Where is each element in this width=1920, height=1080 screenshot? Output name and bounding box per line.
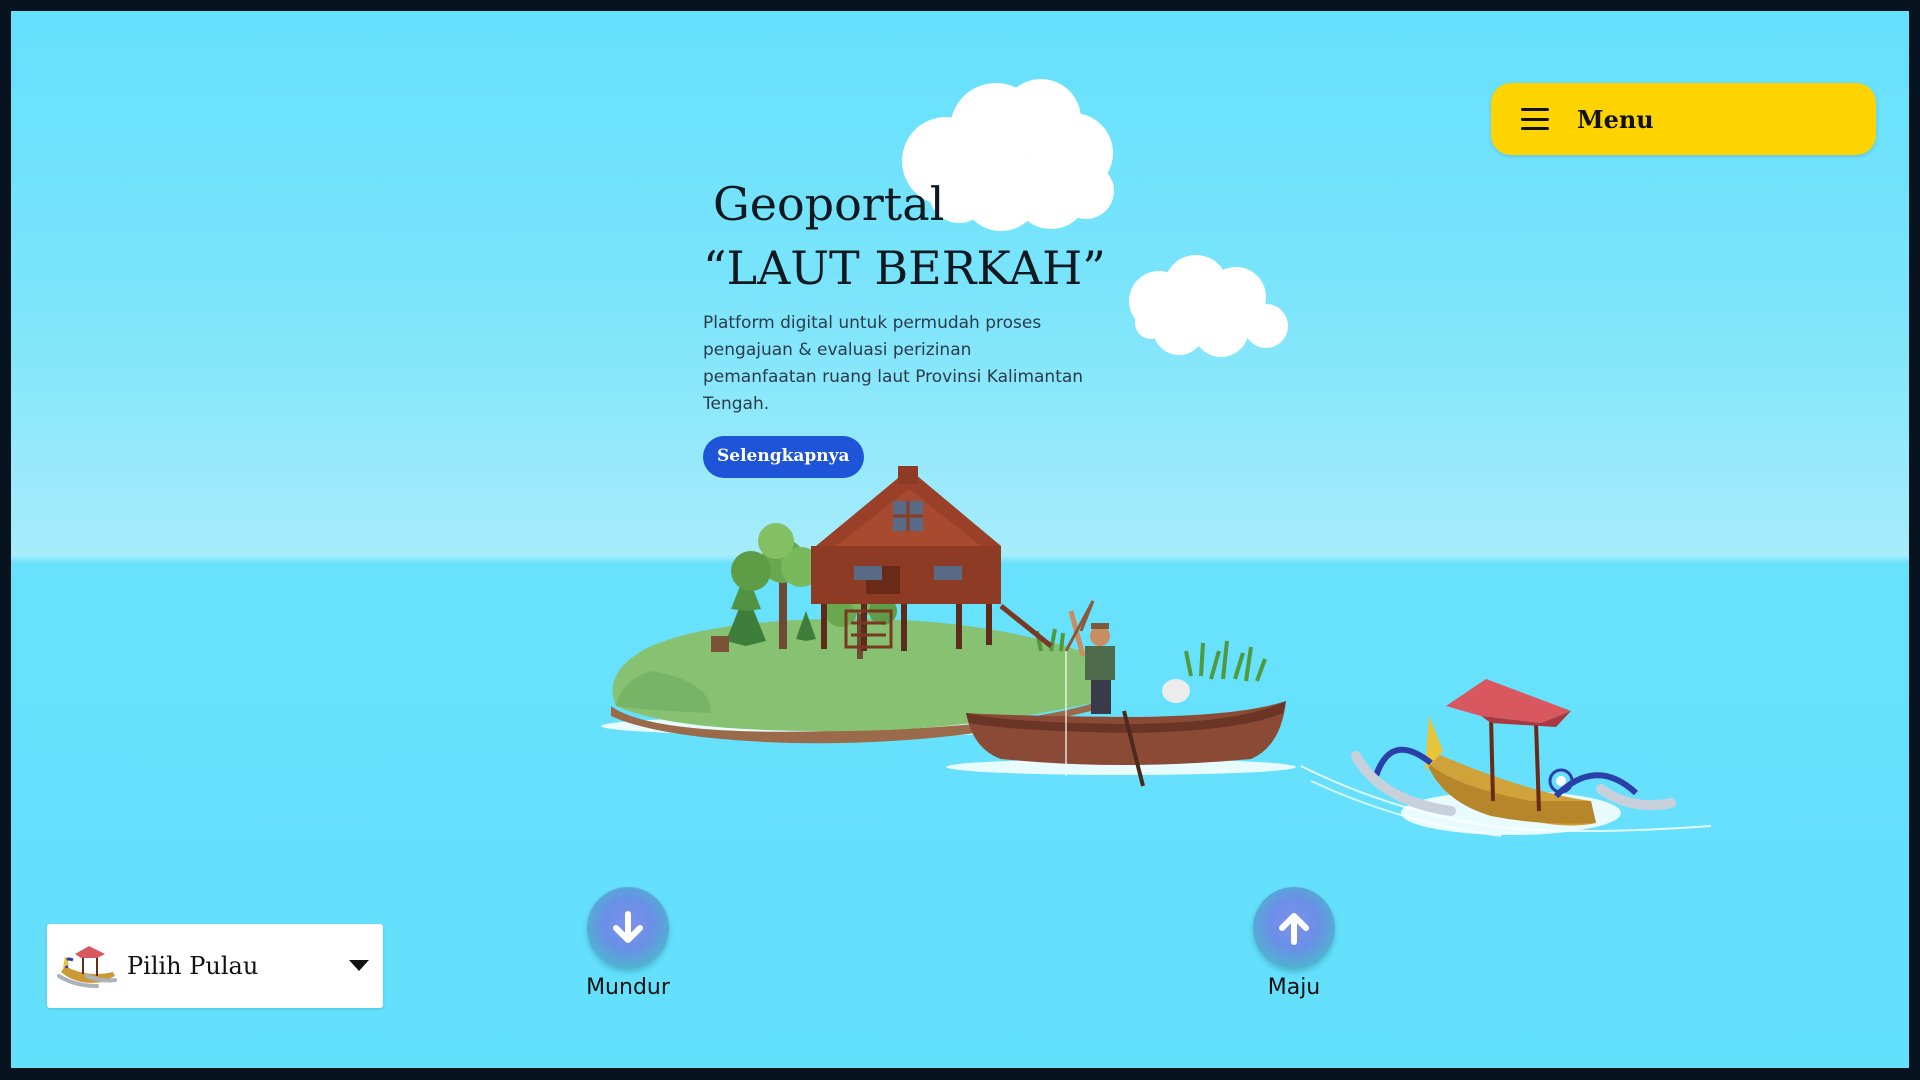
forward-control: Maju <box>1224 887 1364 1000</box>
scene-viewport[interactable]: Menu Geoportal “LAUT BERKAH” Platform di… <box>11 11 1909 1068</box>
arrow-down-icon <box>613 911 643 943</box>
caret-down-icon <box>349 960 369 971</box>
hero-subtitle: “LAUT BERKAH” <box>703 241 1106 295</box>
outrigger-boat[interactable] <box>1300 679 1712 837</box>
island-select-value: Pilih Pulau <box>127 952 259 980</box>
learn-more-button[interactable]: Selengkapnya <box>703 436 864 478</box>
hero-title: Geoportal <box>713 177 945 231</box>
back-button[interactable] <box>587 887 669 969</box>
ocean-scene[interactable] <box>11 11 1909 1068</box>
forward-button[interactable] <box>1253 887 1335 969</box>
hero-section: Geoportal “LAUT BERKAH” Platform digital… <box>703 176 1183 478</box>
menu-label: Menu <box>1577 104 1654 134</box>
hero-description: Platform digital untuk permudah proses p… <box>703 313 1084 414</box>
back-label: Mundur <box>586 975 670 1000</box>
menu-button[interactable]: Menu <box>1491 83 1876 155</box>
arrow-up-icon <box>1279 913 1309 945</box>
boat-icon <box>57 946 117 988</box>
island-select-dropdown[interactable]: Pilih Pulau <box>47 924 383 1008</box>
forward-label: Maju <box>1267 975 1321 1000</box>
back-control: Mundur <box>558 887 698 1000</box>
hamburger-icon <box>1521 108 1549 130</box>
